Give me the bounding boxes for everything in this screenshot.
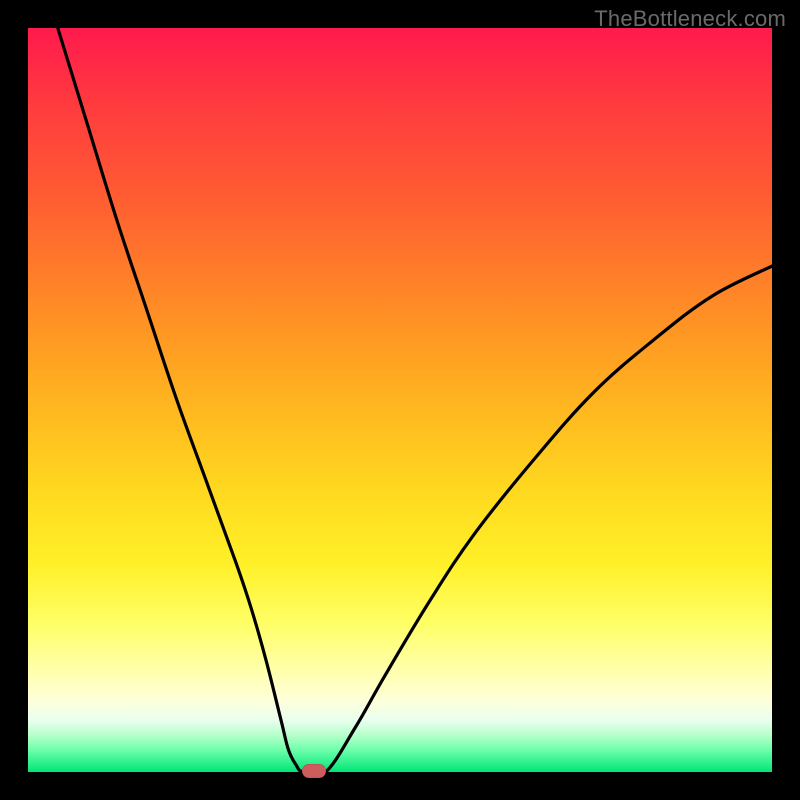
chart-frame: TheBottleneck.com [0, 0, 800, 800]
optimum-marker [302, 764, 326, 778]
plot-area [28, 28, 772, 772]
bottleneck-curve [28, 28, 772, 772]
curve-path [58, 28, 772, 776]
